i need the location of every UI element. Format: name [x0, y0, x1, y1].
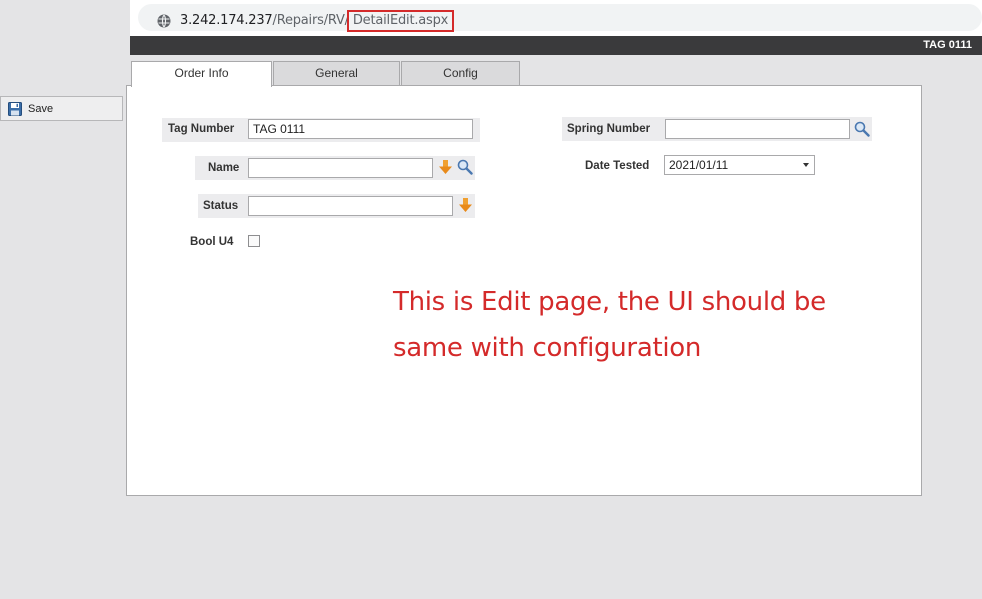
date-tested-select[interactable]: 2021/01/11 [664, 155, 815, 175]
name-input[interactable] [248, 158, 433, 178]
url-path: /Repairs/RV/ [272, 13, 350, 28]
globe-icon [157, 14, 171, 28]
browser-address-bar: 3.242.174.237/Repairs/RV/DetailEdit.aspx [130, 0, 982, 36]
date-tested-value: 2021/01/11 [669, 158, 729, 172]
spring-number-search-icon[interactable] [854, 121, 870, 137]
tab-general[interactable]: General [273, 61, 400, 86]
save-button-label: Save [28, 102, 54, 115]
record-title: TAG 0111 [923, 39, 972, 51]
status-arrow-down-icon[interactable] [459, 198, 472, 213]
bool-u4-checkbox[interactable] [248, 235, 260, 247]
url-text: 3.242.174.237/Repairs/RV/DetailEdit.aspx [180, 10, 455, 32]
tag-number-input[interactable] [248, 119, 473, 139]
tab-order-info[interactable]: Order Info [131, 61, 272, 87]
status-label: Status [203, 200, 239, 212]
tab-config[interactable]: Config [401, 61, 520, 86]
floppy-disk-icon [8, 101, 22, 116]
status-input[interactable] [248, 196, 453, 216]
name-label: Name [208, 162, 240, 174]
url-host: 3.242.174.237 [180, 13, 273, 28]
dropdown-caret-icon [803, 163, 809, 167]
name-search-icon[interactable] [457, 159, 473, 175]
tag-number-label: Tag Number [168, 123, 235, 135]
url-highlighted-page: DetailEdit.aspx [346, 10, 455, 32]
date-tested-label: Date Tested [585, 160, 650, 172]
spring-number-input[interactable] [665, 119, 850, 139]
spring-number-label: Spring Number [567, 123, 651, 135]
save-button[interactable]: Save [0, 96, 123, 121]
record-title-bar: TAG 0111 [130, 36, 982, 55]
annotation-note: This is Edit page, the UI should be same… [393, 287, 826, 363]
name-arrow-down-icon[interactable] [439, 160, 452, 175]
url-field[interactable]: 3.242.174.237/Repairs/RV/DetailEdit.aspx [138, 4, 982, 32]
bool-u4-label: Bool U4 [190, 236, 234, 248]
